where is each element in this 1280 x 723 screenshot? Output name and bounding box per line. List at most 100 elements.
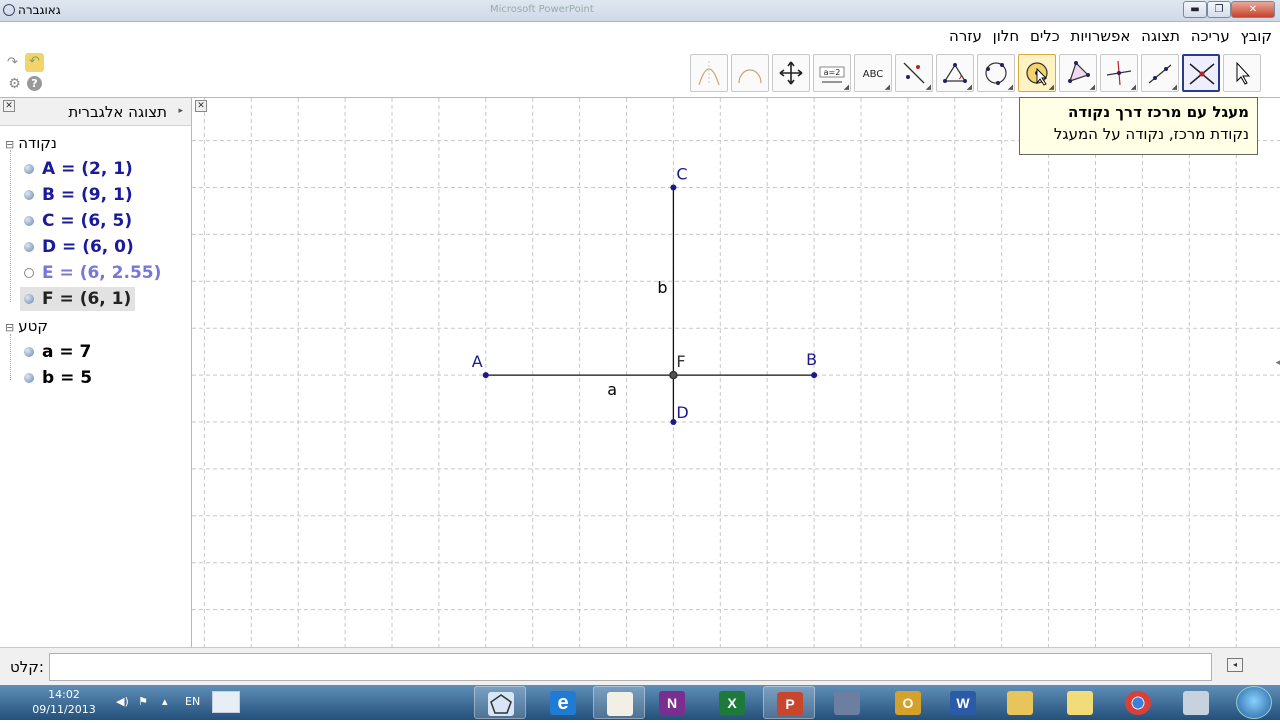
input-field[interactable] [49, 653, 1212, 681]
language-indicator[interactable]: EN [185, 695, 200, 708]
tool-move-graphics-view[interactable] [772, 54, 810, 92]
tool-move[interactable] [1223, 54, 1261, 92]
point-A[interactable] [482, 372, 489, 379]
taskbar-geogebra[interactable] [474, 686, 526, 719]
title-bar: גאוגברה Microsoft PowerPoint ▬ ❐ ✕ [0, 0, 1280, 22]
excel-icon: X [719, 691, 745, 715]
point-B[interactable] [811, 372, 818, 379]
taskbar-outlook[interactable]: O [882, 686, 934, 719]
graphics-view[interactable]: ✕ ab ABCDF ◂ [192, 97, 1280, 647]
menu-view[interactable]: תצוגה [1141, 27, 1180, 45]
tool-text[interactable]: ABC ◢ [854, 54, 892, 92]
segment-label-b: b [657, 278, 667, 297]
tool-parabola[interactable] [690, 54, 728, 92]
visibility-toggle-icon[interactable] [24, 268, 34, 278]
menu-edit[interactable]: עריכה [1191, 27, 1230, 45]
tree-line [10, 150, 11, 302]
visibility-toggle-icon[interactable] [24, 242, 34, 252]
parabola-icon [698, 61, 720, 86]
taskbar-internet-explorer[interactable]: e [537, 686, 589, 719]
side-panel-toggle-icon[interactable]: ◂ [1275, 358, 1280, 368]
input-method-icon[interactable] [212, 691, 240, 713]
algebra-item-C[interactable]: C = (6, 5) [14, 209, 132, 233]
flag-icon[interactable]: ⚑ [138, 695, 148, 708]
algebra-item-a[interactable]: a = 7 [14, 340, 91, 364]
svg-text:ABC: ABC [863, 69, 884, 80]
taskbar-excel[interactable]: X [706, 686, 758, 719]
taskbar-media-player[interactable] [821, 686, 873, 719]
algebra-item-b[interactable]: b = 5 [14, 366, 92, 390]
taskbar-powerpoint[interactable]: P [763, 686, 815, 719]
input-bar: קלט: ◂ [0, 647, 1280, 685]
point-label-A: A [472, 352, 483, 371]
collapse-icon[interactable]: ⊟ [5, 321, 14, 334]
tool-circle-center-point[interactable]: ◢ [1018, 54, 1056, 92]
line-icon [1148, 64, 1172, 84]
tool-semicircle[interactable] [731, 54, 769, 92]
point-C[interactable] [670, 184, 677, 191]
menu-help[interactable]: עזרה [949, 27, 982, 45]
point-F[interactable] [669, 370, 678, 380]
visibility-toggle-icon[interactable] [24, 164, 34, 174]
menu-tools[interactable]: כלים [1030, 27, 1060, 45]
undo-redo-toolbar: ↷ ↶ ⚙ ? [0, 50, 190, 96]
visibility-toggle-icon[interactable] [24, 294, 34, 304]
ie-icon: e [550, 691, 576, 715]
taskbar-chrome[interactable] [1112, 686, 1164, 719]
tool-polygon[interactable]: ◢ [1059, 54, 1097, 92]
show-hidden-icons[interactable]: ▴ [162, 695, 168, 708]
folder2-icon [1067, 691, 1093, 715]
taskbar-calculator[interactable] [1170, 686, 1222, 719]
volume-icon[interactable]: ◀) [116, 695, 129, 708]
tool-intersect-point[interactable] [1182, 54, 1220, 92]
tool-angle[interactable]: ◢ [936, 54, 974, 92]
menu-window[interactable]: חלון [993, 27, 1020, 45]
algebra-item-B[interactable]: B = (9, 1) [14, 183, 133, 207]
intersect-point-icon [1189, 63, 1215, 85]
tool-circle-three-points[interactable]: ◢ [977, 54, 1015, 92]
taskbar-folder[interactable] [1054, 686, 1106, 719]
tool-line[interactable]: ◢ [1141, 54, 1179, 92]
film-icon [834, 691, 860, 715]
close-icon[interactable]: ✕ [195, 100, 207, 112]
algebra-item-F[interactable]: F = (6, 1) [20, 287, 136, 311]
graphics-canvas[interactable]: ab A BCDF [192, 98, 1280, 647]
move-view-icon [779, 61, 803, 85]
settings-gear-icon[interactable]: ⚙ [6, 76, 23, 93]
app-icon [3, 4, 15, 16]
taskbar-paint[interactable] [593, 686, 645, 719]
tooltip-description: נקודת מרכז, נקודה על המעגל [1053, 125, 1249, 143]
close-icon[interactable]: ✕ [3, 100, 15, 112]
clock[interactable]: 14:02 09/11/2013 [28, 687, 100, 717]
maximize-button[interactable]: ❐ [1207, 1, 1231, 18]
category-segments[interactable]: ⊟ קטע [5, 317, 48, 335]
visibility-toggle-icon[interactable] [24, 373, 34, 383]
taskbar-onenote[interactable]: N [646, 686, 698, 719]
start-button[interactable] [1236, 686, 1272, 719]
close-button[interactable]: ✕ [1231, 1, 1275, 18]
tool-perpendicular[interactable]: ◢ [1100, 54, 1138, 92]
algebra-item-A[interactable]: A = (2, 1) [14, 157, 133, 181]
input-help-icon[interactable]: ◂ [1227, 658, 1243, 672]
tool-reflect[interactable]: ◢ [895, 54, 933, 92]
panel-menu-icon[interactable]: ▸ [178, 106, 183, 116]
category-points[interactable]: ⊟ נקודה [5, 134, 57, 152]
visibility-toggle-icon[interactable] [24, 347, 34, 357]
tool-slider[interactable]: a=2 ◢ [813, 54, 851, 92]
calculator-icon [1183, 691, 1209, 715]
taskbar-word[interactable]: W [937, 686, 989, 719]
taskbar-explorer[interactable] [994, 686, 1046, 719]
algebra-view: ✕ תצוגה אלגברית ▸ ⊟ נקודה A = (2, 1) B = … [0, 97, 192, 647]
help-icon[interactable]: ? [27, 76, 42, 91]
menu-options[interactable]: אפשרויות [1070, 27, 1130, 45]
reflect-line-icon [903, 62, 925, 84]
algebra-item-E[interactable]: E = (6, 2.55) [14, 261, 161, 285]
visibility-toggle-icon[interactable] [24, 190, 34, 200]
undo-icon[interactable]: ↶ [25, 53, 44, 72]
angle-icon [943, 63, 967, 83]
menu-file[interactable]: קובץ [1241, 27, 1273, 45]
minimize-button[interactable]: ▬ [1183, 1, 1207, 18]
visibility-toggle-icon[interactable] [24, 216, 34, 226]
redo-icon[interactable]: ↷ [4, 54, 21, 71]
algebra-item-D[interactable]: D = (6, 0) [14, 235, 134, 259]
